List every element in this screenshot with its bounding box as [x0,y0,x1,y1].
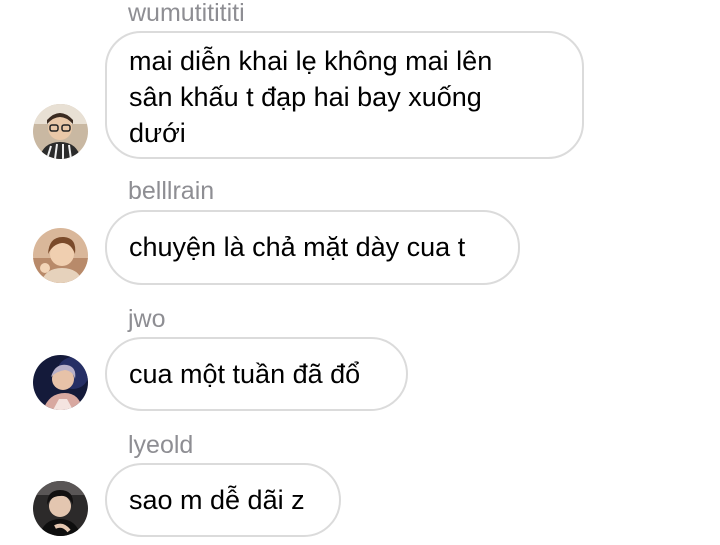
sender-name[interactable]: wumutitititi [128,0,245,28]
sender-name[interactable]: lyeold [128,430,193,460]
message-text: mai diễn khai lẹ không mai lên sân khấu … [129,46,493,148]
message-text: cua một tuần đã đổ [129,359,361,389]
message-bubble[interactable]: mai diễn khai lẹ không mai lên sân khấu … [105,31,584,159]
user-avatar[interactable] [33,104,88,159]
message-bubble[interactable]: cua một tuần đã đổ [105,337,408,411]
sender-name[interactable]: belllrain [128,176,214,206]
message-bubble[interactable]: chuyện là chả mặt dày cua t [105,210,520,285]
chat-thread: wumutitititi mai diễn khai lẹ không mai … [0,0,720,545]
user-avatar[interactable] [33,355,88,410]
user-avatar[interactable] [33,481,88,536]
message-text: chuyện là chả mặt dày cua t [129,232,466,262]
message-bubble[interactable]: sao m dễ dãi z [105,463,341,537]
message-text: sao m dễ dãi z [129,485,305,515]
sender-name[interactable]: jwo [128,304,166,334]
user-avatar[interactable] [33,228,88,283]
